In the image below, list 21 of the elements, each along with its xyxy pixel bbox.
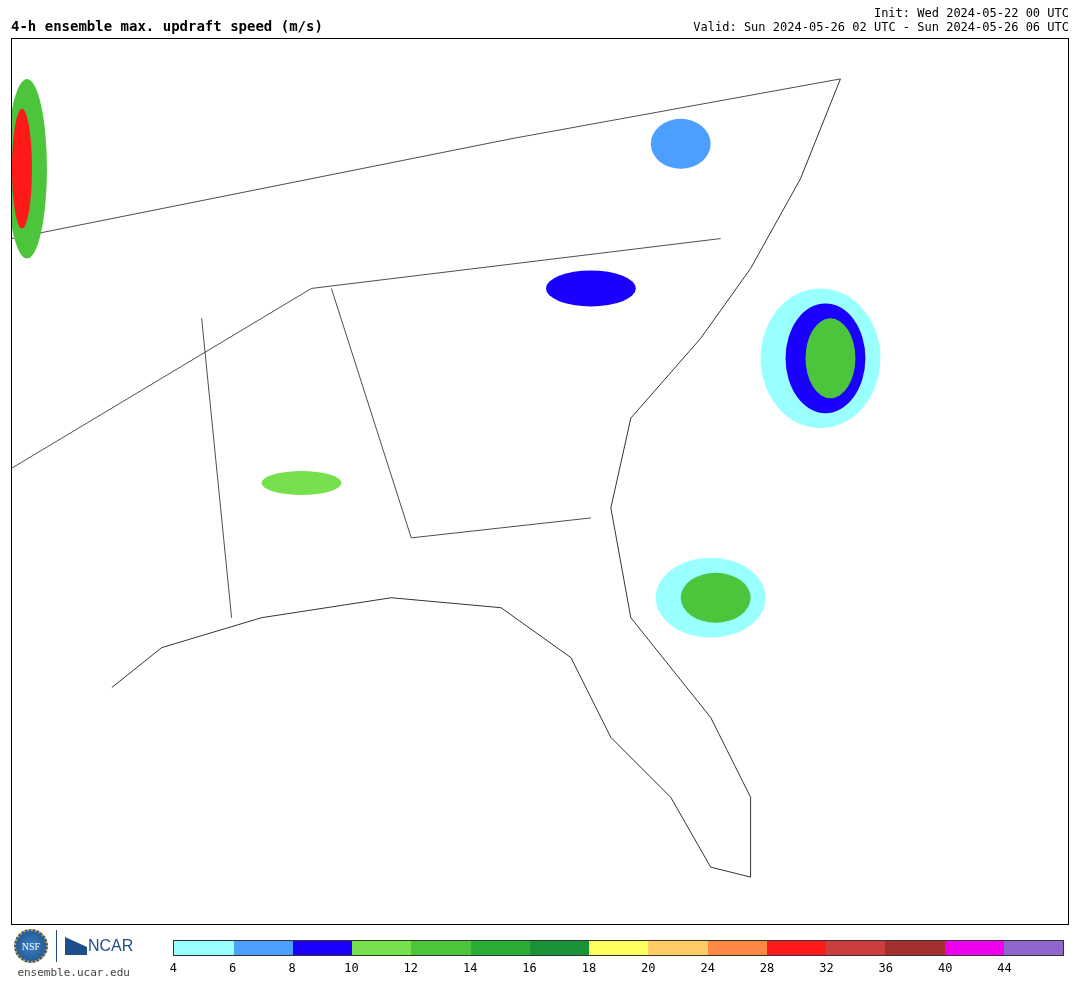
nsf-logo: NSF (14, 929, 48, 963)
scale-tick-label: 20 (641, 961, 656, 975)
scale-tick-label: 6 (229, 961, 237, 975)
scale-tick-label: 28 (759, 961, 775, 975)
scale-tick-label: 10 (344, 961, 359, 975)
scale-tick-label: 36 (878, 961, 894, 975)
scale-tick-label: 12 (403, 961, 419, 975)
scale-tick-label: 18 (581, 961, 597, 975)
ncar-logo: NCAR (65, 937, 134, 955)
scale-tick-label: 4 (169, 961, 177, 975)
scale-tick-label: 14 (463, 961, 478, 975)
scale-tick-label: 16 (522, 961, 537, 975)
scale-tick-label: 40 (938, 961, 953, 975)
site-url: ensemble.ucar.edu (17, 966, 130, 979)
scale-tick-label: 8 (288, 961, 296, 975)
chart-title: 4-h ensemble max. updraft speed (m/s) (11, 18, 323, 34)
scale-tick-label: 24 (700, 961, 715, 975)
init-time: Init: Wed 2024-05-22 00 UTC (873, 6, 1069, 20)
scale-tick-label: 44 (997, 961, 1012, 975)
valid-time: Valid: Sun 2024-05-26 02 UTC - Sun 2024-05-26 06 UTC (693, 20, 1069, 34)
scale-tick-label: 32 (819, 961, 834, 975)
